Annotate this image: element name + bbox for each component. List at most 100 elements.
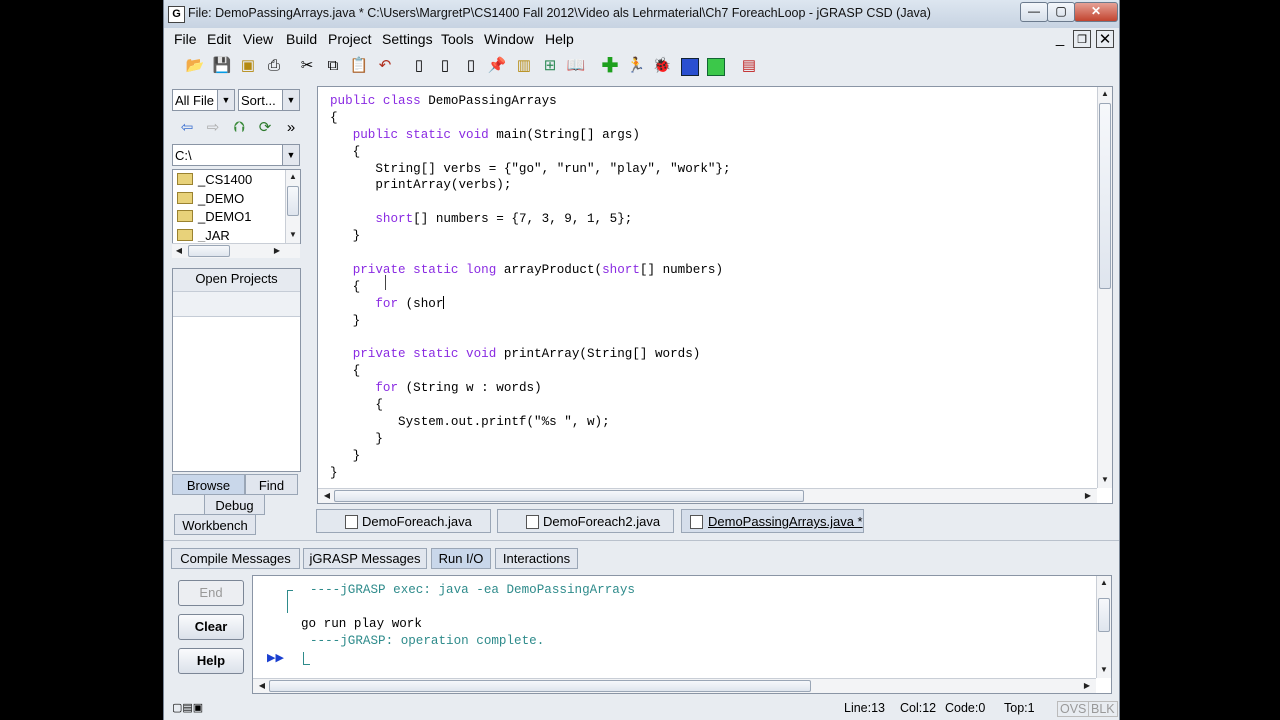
code-line[interactable]: public static void main(String[] args): [330, 127, 731, 144]
output-vscrollbar[interactable]: ▲ ▼: [1096, 576, 1111, 678]
chevron-down-icon[interactable]: ▼: [282, 145, 299, 165]
menu-window[interactable]: Window: [484, 31, 534, 47]
mdi-minimize-icon[interactable]: _: [1051, 30, 1069, 48]
end-button[interactable]: End: [178, 580, 244, 606]
code-line[interactable]: String[] verbs = {"go", "run", "play", "…: [330, 161, 730, 178]
tab-find[interactable]: Find: [245, 474, 298, 495]
code-line[interactable]: {: [330, 110, 731, 127]
open-project-icon[interactable]: ▣: [237, 55, 259, 77]
chevron-down-icon[interactable]: ▼: [217, 90, 234, 110]
code-line[interactable]: }: [330, 465, 731, 482]
scroll-left-icon[interactable]: ◀: [172, 244, 186, 258]
copy-icon[interactable]: ⧉: [322, 55, 344, 77]
refresh-icon[interactable]: ⟳: [254, 117, 276, 139]
open-folder-icon[interactable]: 📂: [184, 55, 206, 77]
scroll-up-icon[interactable]: ▲: [1097, 576, 1111, 590]
scroll-up-icon[interactable]: ▲: [1098, 87, 1112, 101]
scroll-left-icon[interactable]: ◀: [320, 489, 334, 503]
output-hscrollbar[interactable]: ◀ ▶: [253, 678, 1096, 693]
chevron-down-icon[interactable]: ▼: [282, 90, 299, 110]
run-figure-icon[interactable]: 🏃: [625, 55, 647, 77]
clear-button[interactable]: Clear: [178, 614, 244, 640]
tab-compile-messages[interactable]: Compile Messages: [171, 548, 300, 569]
scroll-down-icon[interactable]: ▼: [1098, 473, 1112, 487]
tab-run-io[interactable]: Run I/O: [431, 548, 491, 569]
scroll-right-icon[interactable]: ▶: [1080, 679, 1094, 693]
code-line[interactable]: {: [330, 397, 731, 414]
debug-bug-icon[interactable]: 🐞: [651, 55, 673, 77]
up-folder-icon[interactable]: ⮉: [228, 117, 250, 139]
code-line[interactable]: System.out.printf("%s ", w);: [330, 414, 731, 431]
scroll-down-icon[interactable]: ▼: [1097, 663, 1111, 677]
help-button[interactable]: Help: [178, 648, 244, 674]
menu-view[interactable]: View: [243, 31, 273, 47]
folder-list-scrollbar[interactable]: ▲ ▼: [285, 170, 300, 243]
tab-workbench[interactable]: Workbench: [174, 514, 256, 535]
minimize-button[interactable]: —: [1020, 2, 1048, 22]
list-item[interactable]: _CS1400: [177, 171, 252, 189]
code-line[interactable]: for (shor: [330, 295, 731, 313]
bar-chart-icon[interactable]: ▥: [513, 55, 535, 77]
menu-project[interactable]: Project: [328, 31, 372, 47]
cut-icon[interactable]: ✂: [296, 55, 318, 77]
document-red-icon[interactable]: ▤: [738, 55, 760, 77]
path-select[interactable]: C:\ ▼: [172, 144, 300, 166]
scroll-right-icon[interactable]: ▶: [1081, 489, 1095, 503]
code-line[interactable]: }: [330, 431, 731, 448]
back-arrow-icon[interactable]: ⇦: [176, 117, 198, 139]
menu-help[interactable]: Help: [545, 31, 574, 47]
tab-jgrasp-messages[interactable]: jGRASP Messages: [303, 548, 427, 569]
green-panel-icon[interactable]: [704, 55, 726, 77]
list-item[interactable]: _DEMO: [177, 190, 244, 208]
tab-debug[interactable]: Debug: [204, 494, 265, 515]
book-icon[interactable]: 📖: [565, 55, 587, 77]
save-icon[interactable]: 💾: [211, 55, 233, 77]
code-line[interactable]: }: [330, 228, 731, 245]
blue-square-icon[interactable]: [678, 55, 700, 77]
splitter[interactable]: [164, 540, 1119, 545]
page-fold-icon[interactable]: ▯: [434, 55, 456, 77]
tab-browse[interactable]: Browse: [172, 474, 245, 495]
menu-build[interactable]: Build: [286, 31, 317, 47]
undo-icon[interactable]: ↶: [374, 55, 396, 77]
compile-plus-icon[interactable]: ✚: [599, 55, 621, 77]
paste-icon[interactable]: 📋: [348, 55, 370, 77]
code-line[interactable]: }: [330, 313, 731, 330]
editor-vscrollbar[interactable]: ▲ ▼: [1097, 87, 1112, 488]
tab-interactions[interactable]: Interactions: [495, 548, 578, 569]
list-item[interactable]: _DEMO1: [177, 208, 251, 226]
file-filter-select[interactable]: All File ▼: [172, 89, 235, 111]
folder-list-hscrollbar[interactable]: ◀ ▶: [172, 243, 300, 258]
scroll-thumb[interactable]: [1098, 598, 1110, 632]
menu-edit[interactable]: Edit: [207, 31, 231, 47]
scroll-down-icon[interactable]: ▼: [286, 228, 300, 242]
tree-icon[interactable]: ⊞: [539, 55, 561, 77]
code-line[interactable]: short[] numbers = {7, 3, 9, 1, 5};: [330, 211, 731, 228]
code-line[interactable]: private static void printArray(String[] …: [330, 346, 731, 363]
print-icon[interactable]: ⎙: [263, 55, 285, 77]
editor-hscrollbar[interactable]: ◀ ▶: [318, 488, 1097, 503]
code-line[interactable]: {: [330, 363, 731, 380]
file-tab-demoforeach[interactable]: DemoForeach.java: [316, 509, 491, 533]
code-line[interactable]: [330, 245, 731, 262]
code-line[interactable]: for (String w : words): [330, 380, 731, 397]
scroll-thumb[interactable]: [1099, 103, 1111, 289]
mdi-close-icon[interactable]: ✕: [1096, 30, 1114, 48]
page-icon[interactable]: ▯: [408, 55, 430, 77]
code-text[interactable]: public class DemoPassingArrays{ public s…: [330, 93, 731, 481]
layout-icons[interactable]: ▢▤▣: [172, 701, 203, 714]
forward-arrow-icon[interactable]: ⇨: [202, 117, 224, 139]
run-io-output[interactable]: ----jGRASP exec: java -ea DemoPassingArr…: [252, 575, 1112, 694]
menu-settings[interactable]: Settings: [382, 31, 433, 47]
scroll-right-icon[interactable]: ▶: [270, 244, 284, 258]
sort-select[interactable]: Sort... ▼: [238, 89, 300, 111]
scroll-thumb[interactable]: [188, 245, 230, 257]
maximize-button[interactable]: ▢: [1047, 2, 1075, 22]
scroll-thumb[interactable]: [287, 186, 299, 216]
mdi-restore-icon[interactable]: ❐: [1073, 30, 1091, 48]
file-tab-demoforeach2[interactable]: DemoForeach2.java: [497, 509, 674, 533]
code-line[interactable]: private static long arrayProduct(short[]…: [330, 262, 731, 279]
close-button[interactable]: ✕: [1074, 2, 1118, 22]
scroll-left-icon[interactable]: ◀: [255, 679, 269, 693]
code-editor[interactable]: public class DemoPassingArrays{ public s…: [317, 86, 1113, 504]
